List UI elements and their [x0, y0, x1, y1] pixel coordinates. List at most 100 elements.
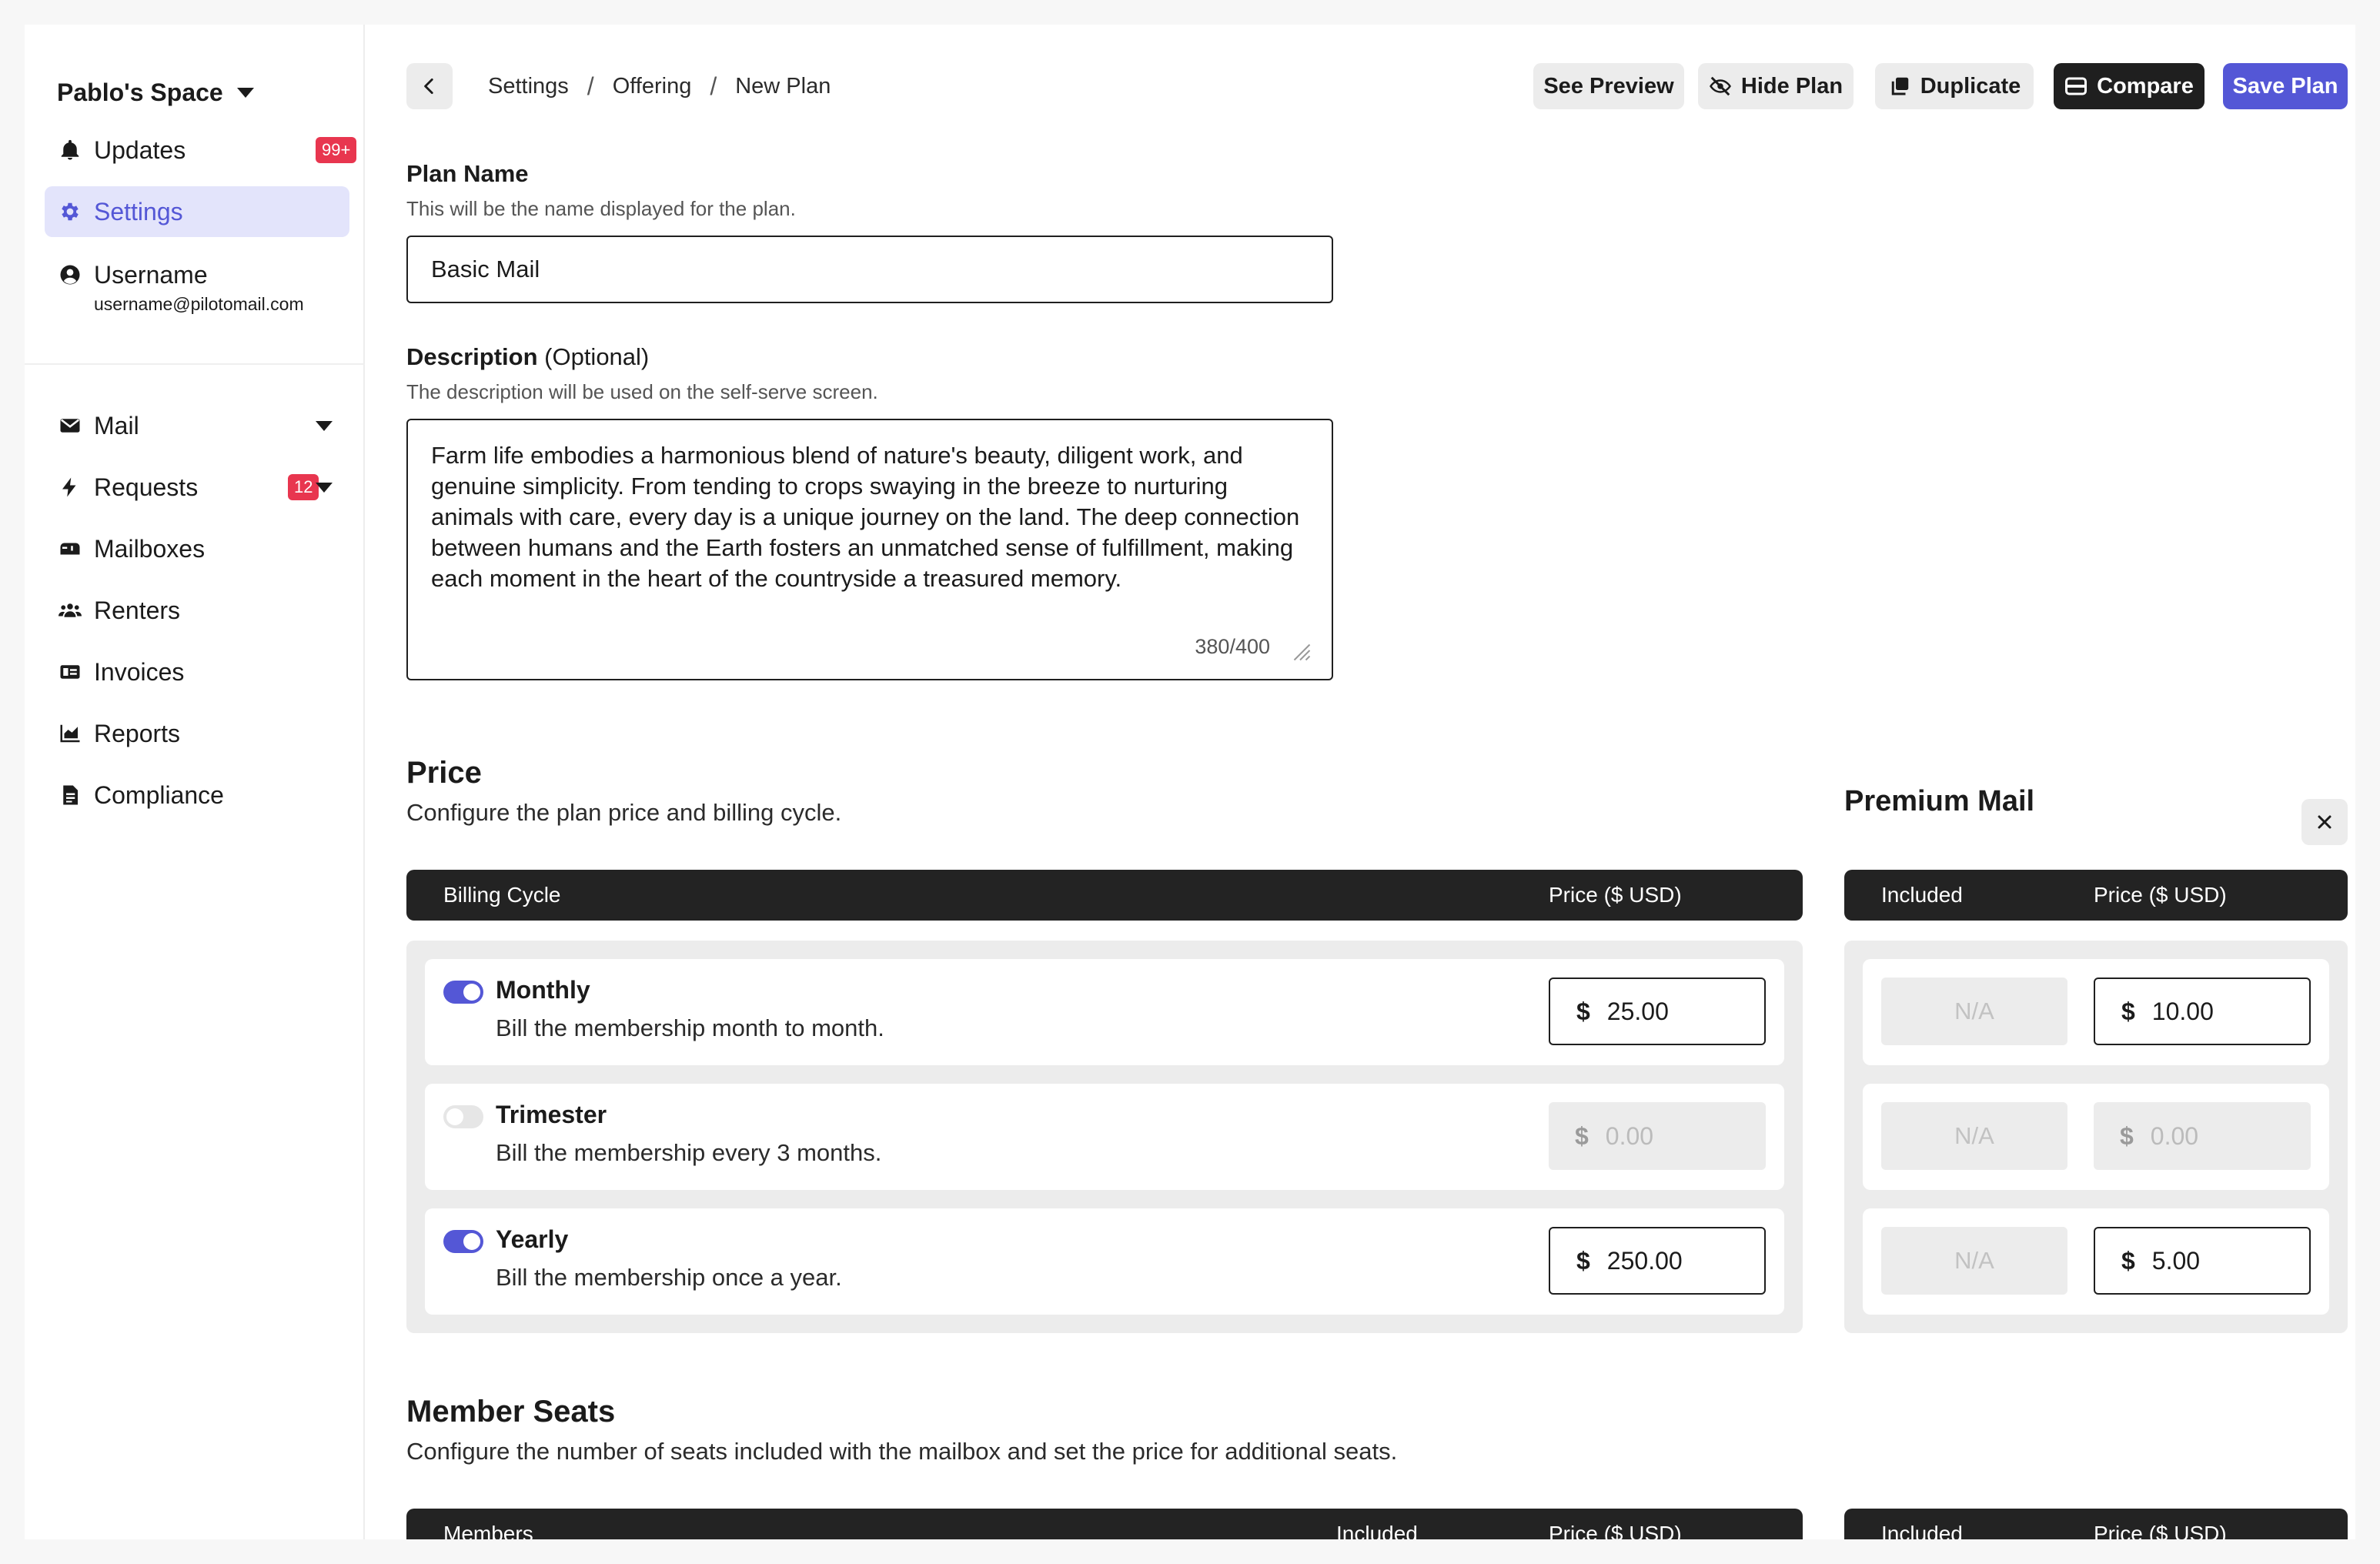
price-value: 250.00: [1606, 1246, 1683, 1275]
breadcrumb-offering[interactable]: Offering: [613, 74, 692, 99]
compare-table-body: N/A $ 10.00 N/A $ 0.00 N/A $ 5.00: [1844, 941, 2348, 1333]
compare-seats-table-header: Included Price ($ USD): [1844, 1509, 2348, 1539]
dollar-icon: $: [1575, 1121, 1589, 1150]
sidebar-item-renters[interactable]: Renters: [45, 585, 349, 636]
compare-icon: [2065, 77, 2088, 95]
column-included: Included: [1336, 1522, 1418, 1539]
yearly-price-input[interactable]: $ 250.00: [1549, 1227, 1766, 1295]
chevron-down-icon[interactable]: [316, 482, 333, 493]
description-label: Description (Optional): [406, 343, 649, 371]
copy-icon: [1891, 77, 1908, 95]
resize-handle-icon[interactable]: [1289, 639, 1312, 662]
sidebar-divider: [25, 363, 365, 365]
sidebar-item-invoices[interactable]: Invoices: [45, 647, 349, 697]
column-price: Price ($ USD): [2094, 883, 2227, 907]
mailbox-icon: [57, 536, 83, 562]
save-plan-button[interactable]: Save Plan: [2223, 63, 2348, 109]
sidebar-item-label: Renters: [94, 596, 181, 624]
chevron-down-icon[interactable]: [316, 420, 333, 431]
price-value: 0.00: [2150, 1121, 2199, 1150]
breadcrumb-new-plan: New Plan: [735, 73, 831, 99]
sidebar-item-updates[interactable]: Updates 99+: [45, 125, 357, 175]
description-help: The description will be used on the self…: [406, 380, 878, 403]
chevron-down-icon: [236, 87, 254, 98]
envelope-icon: [57, 413, 83, 439]
price-value: 5.00: [2151, 1246, 2201, 1275]
sidebar-item-label: Settings: [94, 197, 183, 226]
gear-icon: [57, 199, 83, 225]
description-textarea[interactable]: Farm life embodies a harmonious blend of…: [406, 419, 1333, 680]
user-email: username@pilotomail.com: [94, 294, 304, 314]
user-circle-icon: [57, 262, 83, 288]
close-icon: [2318, 815, 2332, 829]
description-label-text: Description: [406, 343, 538, 370]
chevron-left-icon: [424, 78, 433, 95]
back-button[interactable]: [406, 63, 453, 109]
column-billing-cycle: Billing Cycle: [443, 883, 561, 907]
price-section-title: Price: [406, 756, 482, 790]
sidebar-item-mail[interactable]: Mail: [45, 400, 349, 451]
sidebar-item-reports[interactable]: Reports: [45, 708, 349, 759]
price-table-body: Monthly Bill the membership month to mon…: [406, 941, 1803, 1333]
save-plan-label: Save Plan: [2232, 73, 2338, 99]
notification-badge: 99+: [316, 137, 357, 163]
sidebar-item-compliance[interactable]: Compliance: [45, 770, 349, 820]
breadcrumb-settings[interactable]: Settings: [488, 74, 569, 99]
trimester-toggle[interactable]: [443, 1105, 483, 1128]
description-optional: (Optional): [537, 343, 650, 370]
space-name: Pablo's Space: [57, 78, 223, 106]
breadcrumb: Settings / Offering / New Plan: [488, 72, 831, 100]
sidebar-item-label: Updates: [94, 135, 186, 164]
member-seats-subtitle: Configure the number of seats included w…: [406, 1438, 1398, 1465]
sidebar-item-mailboxes[interactable]: Mailboxes: [45, 523, 349, 574]
space-switcher[interactable]: Pablo's Space: [57, 72, 254, 112]
included-field: N/A: [1881, 1227, 2067, 1295]
duplicate-button[interactable]: Duplicate: [1875, 63, 2034, 109]
see-preview-label: See Preview: [1543, 73, 1674, 99]
column-included: Included: [1881, 1522, 1963, 1539]
sidebar-item-username[interactable]: Username: [45, 249, 349, 300]
sidebar-item-label: Mail: [94, 411, 139, 439]
compare-price-input[interactable]: $ 5.00: [2094, 1227, 2311, 1295]
table-row: Trimester Bill the membership every 3 mo…: [425, 1084, 1784, 1190]
invoice-icon: [57, 659, 83, 685]
compare-button[interactable]: Compare: [2054, 63, 2205, 109]
column-price: Price ($ USD): [1549, 1522, 1682, 1539]
bell-icon: [57, 137, 83, 163]
column-price: Price ($ USD): [1549, 883, 1682, 907]
sidebar-item-requests[interactable]: Requests 12: [45, 462, 349, 513]
monthly-price-input[interactable]: $ 25.00: [1549, 978, 1766, 1045]
sidebar-item-settings[interactable]: Settings: [45, 186, 349, 237]
trimester-price-input[interactable]: $ 0.00: [1549, 1102, 1766, 1170]
billing-cycle-description: Bill the membership every 3 months.: [496, 1139, 882, 1166]
seats-table-header: Members Included Price ($ USD): [406, 1509, 1803, 1539]
monthly-toggle[interactable]: [443, 981, 483, 1004]
breadcrumb-separator: /: [710, 72, 717, 100]
table-row: N/A $ 10.00: [1863, 959, 2329, 1065]
column-included: Included: [1881, 883, 1963, 907]
see-preview-button[interactable]: See Preview: [1533, 63, 1684, 109]
yearly-toggle[interactable]: [443, 1230, 483, 1253]
dollar-icon: $: [2120, 1121, 2134, 1150]
description-value: Farm life embodies a harmonious blend of…: [431, 442, 1300, 592]
compare-table-header: Included Price ($ USD): [1844, 870, 2348, 921]
billing-cycle-description: Bill the membership once a year.: [496, 1264, 842, 1291]
column-price: Price ($ USD): [2094, 1522, 2227, 1539]
close-compare-button[interactable]: [2301, 799, 2348, 845]
table-row: N/A $ 0.00: [1863, 1084, 2329, 1190]
compare-price-input[interactable]: $ 10.00: [2094, 978, 2311, 1045]
table-row: Monthly Bill the membership month to mon…: [425, 959, 1784, 1065]
dollar-icon: $: [2121, 997, 2135, 1025]
sidebar-item-label: Compliance: [94, 780, 224, 809]
price-value: 0.00: [1605, 1121, 1654, 1150]
column-members: Members: [443, 1522, 533, 1539]
billing-cycle-name: Yearly: [496, 1225, 569, 1253]
compare-label: Compare: [2097, 73, 2194, 99]
table-row: Yearly Bill the membership once a year. …: [425, 1208, 1784, 1315]
compare-price-input[interactable]: $ 0.00: [2094, 1102, 2311, 1170]
compare-plan-title: Premium Mail: [1844, 785, 2035, 817]
hide-plan-button[interactable]: Hide Plan: [1698, 63, 1854, 109]
app-window: Pablo's Space Updates 99+ Settings Usern…: [25, 25, 2355, 1539]
billing-cycle-name: Trimester: [496, 1101, 607, 1128]
plan-name-input[interactable]: Basic Mail: [406, 236, 1333, 303]
